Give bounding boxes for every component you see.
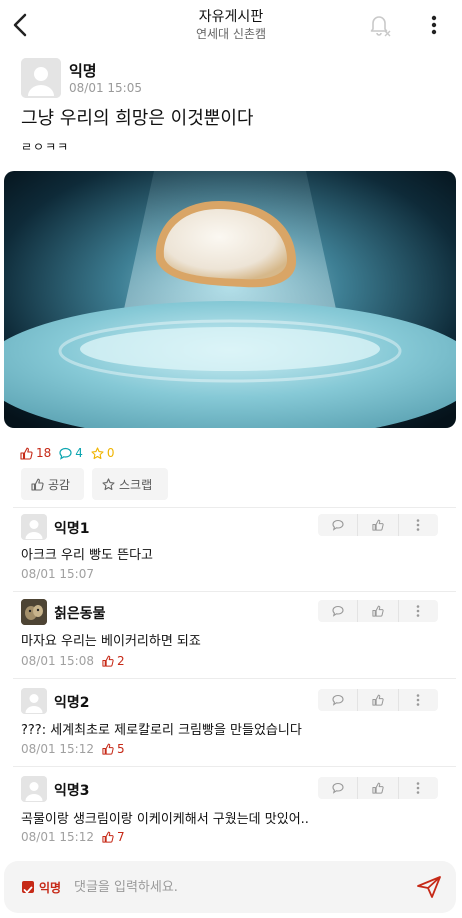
comment-text: 곡물이랑 생크림이랑 이케이케해서 구웠는데 맛있어.. xyxy=(21,812,309,827)
comment-avatar xyxy=(21,599,47,625)
comment-input[interactable] xyxy=(74,874,394,900)
comment-like-value: 7 xyxy=(116,830,125,844)
comment-avatar xyxy=(21,688,47,714)
divider xyxy=(13,507,456,508)
comment-like-value: 2 xyxy=(116,654,125,668)
more-vertical-icon xyxy=(417,694,420,706)
comment-more-button[interactable] xyxy=(399,777,438,799)
thumbs-up-icon xyxy=(31,478,44,491)
comment-more-button[interactable] xyxy=(399,689,438,711)
reply-button[interactable] xyxy=(318,689,359,711)
reply-bubble-icon xyxy=(332,694,344,706)
post-title: 그냥 우리의 희망은 이것뿐이다 xyxy=(21,108,254,129)
post-body: ㄹㅇㅋㅋ xyxy=(21,140,70,154)
comment-actions xyxy=(318,514,438,536)
thumbs-up-icon xyxy=(102,831,114,843)
comment-more-button[interactable] xyxy=(399,600,438,622)
comment-author: 익명1 xyxy=(54,521,90,537)
comment-author: 칡은동물 xyxy=(54,606,106,622)
comment-avatar xyxy=(21,514,47,540)
comment-like-count: 7 xyxy=(102,830,125,844)
comment-avatar xyxy=(21,776,47,802)
comment-author: 익명3 xyxy=(54,783,90,799)
comment-date: 08/01 15:12 xyxy=(21,830,94,844)
scrap-button[interactable]: 스크랩 xyxy=(92,468,168,500)
like-button[interactable]: 공감 xyxy=(21,468,84,500)
thumbs-up-icon xyxy=(372,782,384,794)
reply-button[interactable] xyxy=(318,777,359,799)
comment-author: 익명2 xyxy=(54,695,90,711)
thumbs-up-icon xyxy=(372,694,384,706)
comment-like-button[interactable] xyxy=(358,689,399,711)
comment-text: ???: 세계최초로 제로칼로리 크림빵을 만들었습니다 xyxy=(21,723,302,738)
like-button-label: 공감 xyxy=(48,477,71,492)
comment-date: 08/01 15:12 xyxy=(21,742,94,756)
comment-text: 마자요 우리는 베이커리하면 되죠 xyxy=(21,634,201,649)
thumbs-up-icon xyxy=(372,605,384,617)
board-subtitle: 연세대 신촌캠 xyxy=(195,27,267,41)
like-count: 18 xyxy=(20,446,51,460)
like-count-value: 18 xyxy=(36,446,52,460)
comment-like-count: 2 xyxy=(102,654,125,668)
divider xyxy=(13,678,456,679)
comment-meta: 08/01 15:07 xyxy=(21,567,94,581)
reply-button[interactable] xyxy=(318,514,359,536)
comment-date: 08/01 15:07 xyxy=(21,567,94,581)
more-vertical-icon xyxy=(417,782,420,794)
notification-toggle[interactable] xyxy=(366,12,392,38)
scrap-button-label: 스크랩 xyxy=(119,477,153,492)
post-stats: 18 4 0 xyxy=(20,444,123,462)
anonymous-checkbox[interactable] xyxy=(22,881,34,894)
comment-like-count: 5 xyxy=(102,742,125,756)
comment-like-button[interactable] xyxy=(358,514,399,536)
send-button[interactable] xyxy=(416,875,442,899)
comment-count-value: 4 xyxy=(75,446,83,460)
scrap-count-value: 0 xyxy=(106,446,115,460)
more-options-button[interactable] xyxy=(424,12,444,38)
thumbs-up-icon xyxy=(20,447,33,460)
divider xyxy=(13,591,456,592)
author-avatar xyxy=(21,58,61,98)
comment-like-button[interactable] xyxy=(358,777,399,799)
star-icon xyxy=(102,477,115,490)
comment-actions xyxy=(318,689,438,711)
comment-date: 08/01 15:08 xyxy=(21,654,94,668)
thumbs-up-icon xyxy=(102,655,114,667)
post-image[interactable] xyxy=(4,171,456,428)
more-vertical-icon xyxy=(417,519,420,531)
top-bar: 자유게시판 연세대 신촌캠 xyxy=(0,0,462,50)
anonymous-label[interactable]: 익명 xyxy=(39,879,61,896)
comment-like-value: 5 xyxy=(116,742,125,756)
post-date: 08/01 15:05 xyxy=(69,81,142,95)
comment-actions xyxy=(318,600,438,622)
comment-like-button[interactable] xyxy=(358,600,399,622)
reply-bubble-icon xyxy=(332,782,344,794)
comment-composer: 익명 xyxy=(4,861,456,913)
more-vertical-icon xyxy=(431,15,437,35)
bell-off-icon xyxy=(370,16,391,37)
star-icon xyxy=(91,446,104,459)
thumbs-up-icon xyxy=(102,743,114,755)
author-name: 익명 xyxy=(69,62,97,80)
scrap-count: 0 xyxy=(91,446,115,460)
reply-button[interactable] xyxy=(318,600,359,622)
comment-text: 아크크 우리 빵도 뜬다고 xyxy=(21,548,153,563)
reply-bubble-icon xyxy=(332,605,344,617)
comment-more-button[interactable] xyxy=(399,514,438,536)
check-icon xyxy=(23,886,33,894)
comment-meta: 08/01 15:12 5 xyxy=(21,742,125,756)
comment-meta: 08/01 15:08 2 xyxy=(21,654,125,668)
more-vertical-icon xyxy=(417,605,420,617)
reply-bubble-icon xyxy=(332,519,344,531)
thumbs-up-icon xyxy=(372,519,384,531)
divider xyxy=(13,766,456,767)
comment-meta: 08/01 15:12 7 xyxy=(21,830,125,844)
comment-count: 4 xyxy=(59,446,83,460)
board-title: 자유게시판 xyxy=(198,9,264,25)
send-icon xyxy=(417,876,441,898)
comment-bubble-icon xyxy=(59,447,72,460)
comment-actions xyxy=(318,777,438,799)
